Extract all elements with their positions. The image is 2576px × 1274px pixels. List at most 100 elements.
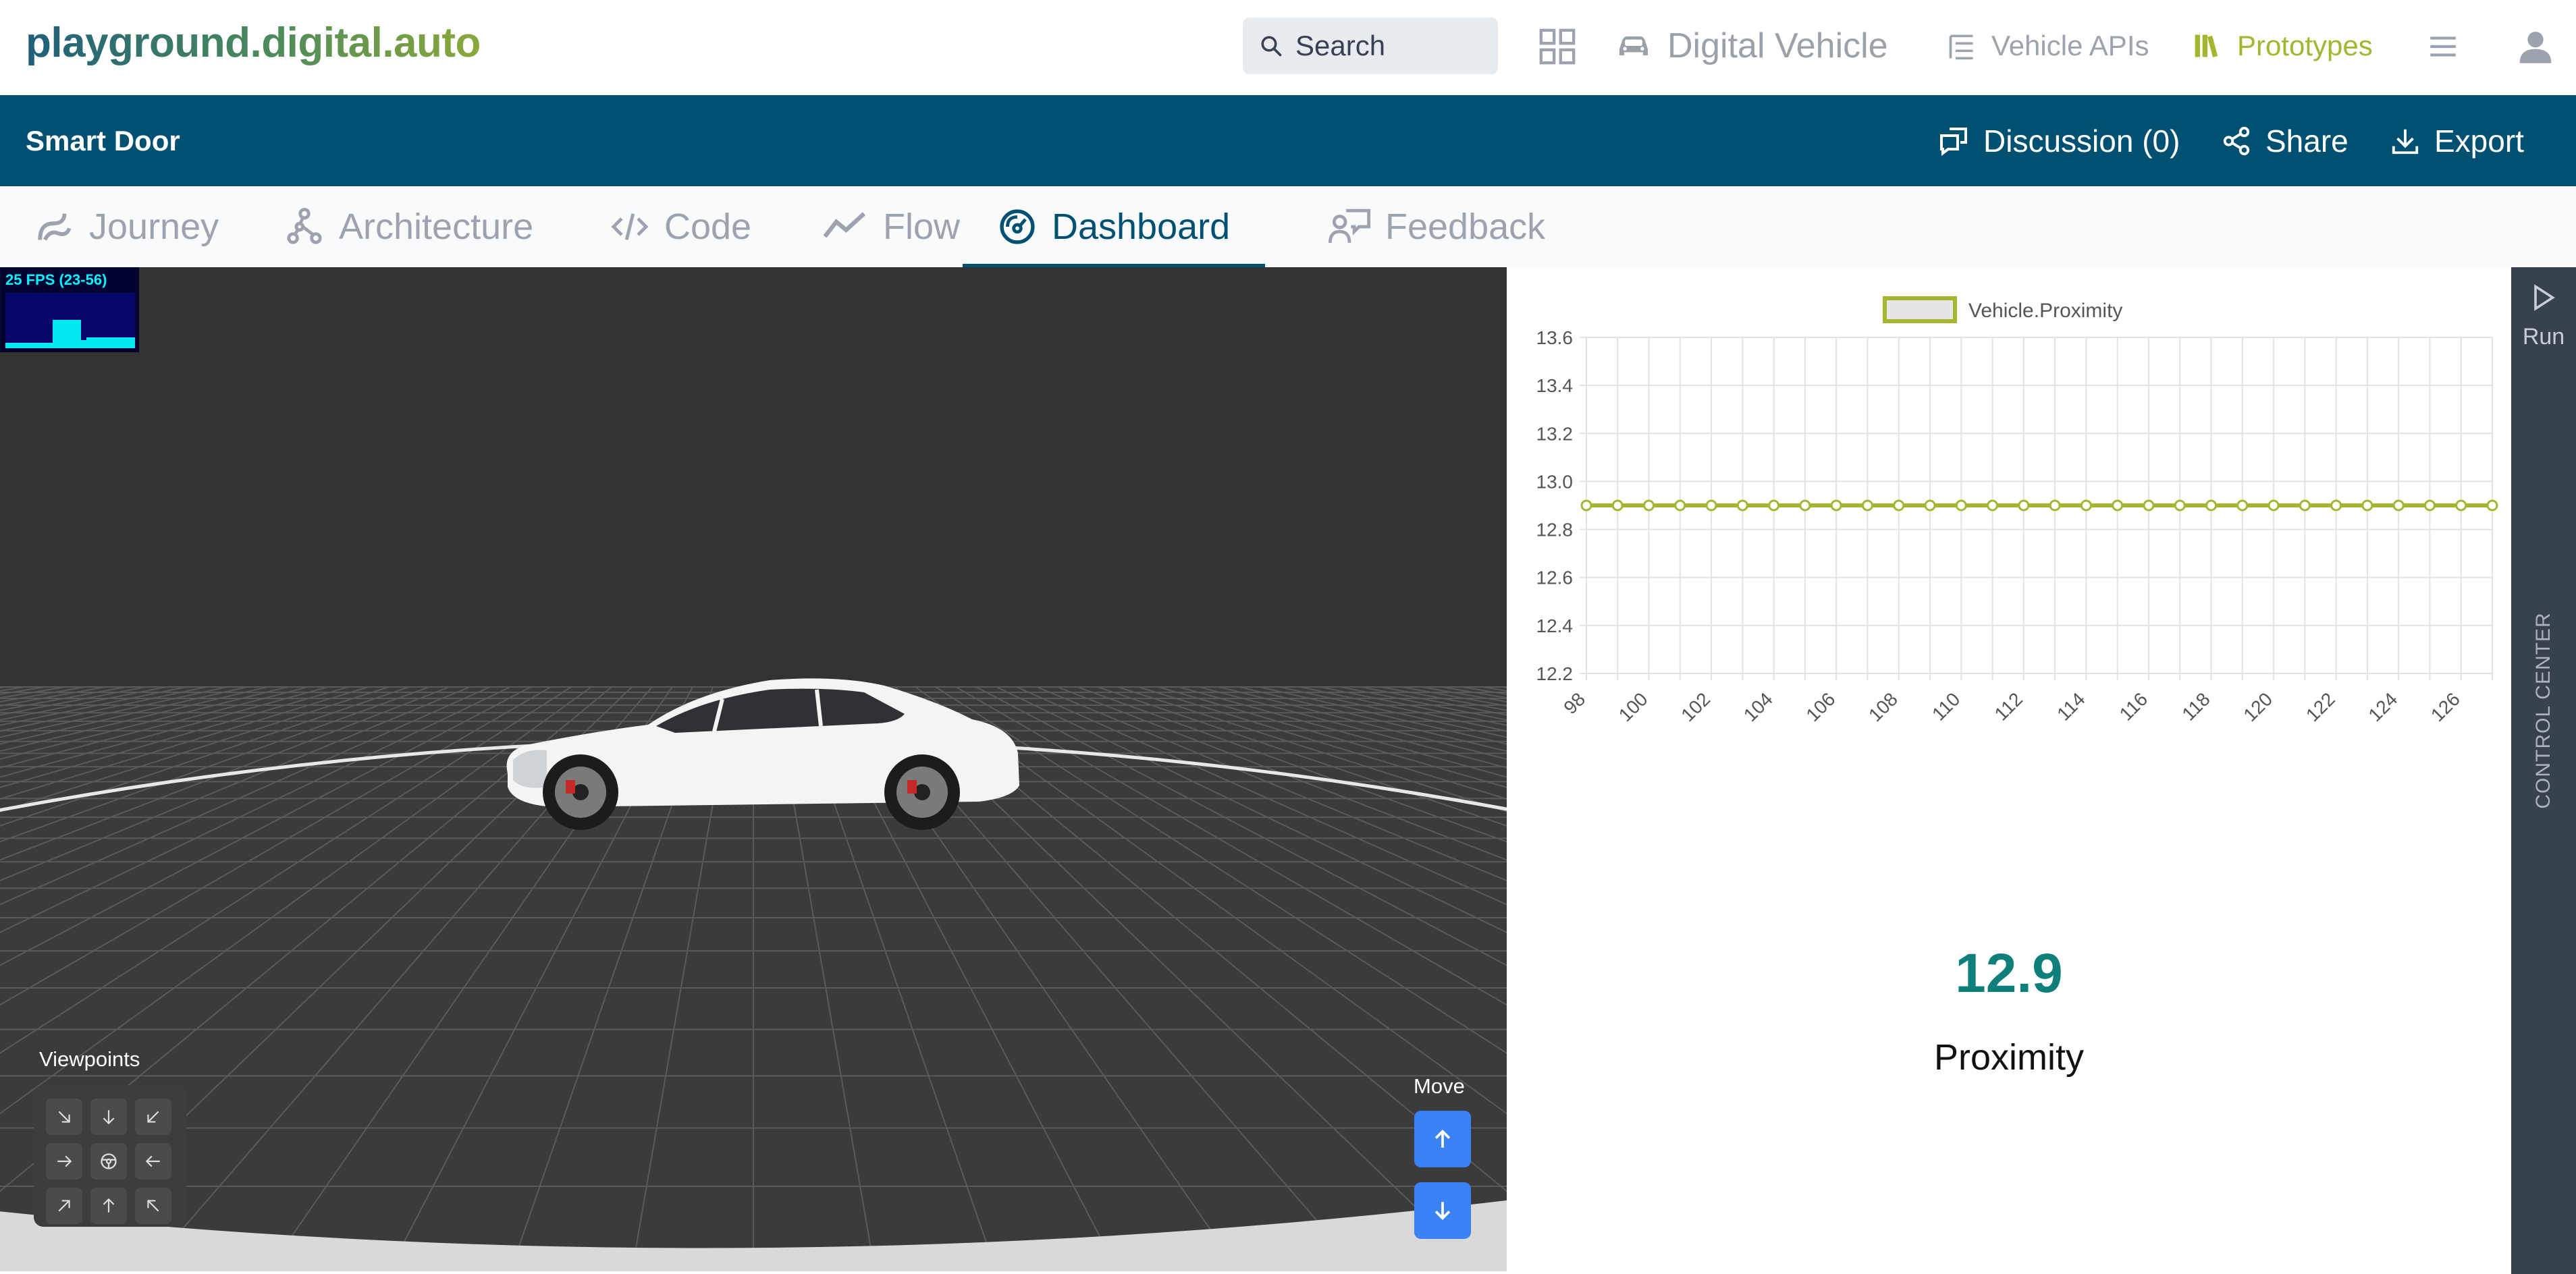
tab-code[interactable]: Code	[610, 186, 751, 267]
data-point	[2018, 499, 2030, 511]
discussion-button[interactable]: Discussion (0)	[1937, 119, 2180, 163]
viewpoints-label: Viewpoints	[39, 1047, 140, 1071]
x-tick-label: 126	[2427, 688, 2464, 725]
viewpoint-right-button[interactable]	[135, 1143, 171, 1180]
prototype-tabs: Journey Architecture Code Flow Dashboard	[0, 186, 2576, 268]
data-point	[1611, 499, 1624, 511]
arrow-up-icon	[1434, 1130, 1451, 1148]
y-tick-label: 13.6	[1536, 327, 1574, 348]
x-tick-label: 100	[1615, 688, 1652, 725]
prototype-title: Smart Door	[26, 125, 180, 157]
data-point	[1643, 499, 1655, 511]
data-point	[2236, 499, 2249, 511]
search-placeholder: Search	[1295, 30, 1386, 61]
share-button[interactable]: Share	[2221, 119, 2349, 163]
library-icon	[2195, 34, 2218, 57]
move-label: Move	[1414, 1074, 1465, 1098]
data-point	[1861, 499, 1873, 511]
tab-flow[interactable]: Flow	[821, 186, 960, 267]
data-point	[2112, 499, 2124, 511]
tab-journey[interactable]: Journey	[35, 186, 219, 267]
tab-label: Flow	[883, 206, 961, 247]
fps-text: 25 FPS (23-56)	[5, 271, 107, 288]
viewpoint-left-button[interactable]	[46, 1143, 82, 1180]
search-box[interactable]: Search	[1243, 18, 1498, 74]
y-tick-label: 12.6	[1536, 567, 1574, 588]
tab-label: Architecture	[339, 206, 534, 247]
viewpoint-front-button[interactable]	[90, 1099, 127, 1135]
x-tick-label: 110	[1928, 688, 1964, 724]
run-button-label[interactable]: Run	[2511, 324, 2576, 350]
viewpoint-driver-button[interactable]	[90, 1143, 127, 1180]
control-center-panel: Run CONTROL CENTER	[2511, 267, 2576, 1274]
x-tick-label: 114	[2053, 688, 2089, 724]
arrow-down-icon	[1434, 1202, 1451, 1220]
steering-wheel-icon	[101, 1153, 117, 1169]
data-point	[1799, 499, 1811, 511]
viewpoint-pad	[34, 1085, 186, 1227]
data-point	[2205, 499, 2218, 511]
data-point	[2080, 499, 2092, 511]
viewpoint-rear-right-button[interactable]	[135, 1188, 171, 1224]
viewpoint-front-left-button[interactable]	[46, 1099, 82, 1135]
y-tick-label: 13.4	[1536, 375, 1574, 396]
data-point	[1768, 499, 1780, 511]
nav-digital-vehicle[interactable]: Digital Vehicle	[1615, 24, 1888, 67]
vehicle-3d-viewer[interactable]: 25 FPS (23-56) Viewpoints Move	[0, 267, 1507, 1271]
data-point	[1924, 499, 1936, 511]
tab-architecture[interactable]: Architecture	[285, 186, 533, 267]
tab-dashboard[interactable]: Dashboard	[963, 186, 1266, 267]
data-point	[2392, 499, 2405, 511]
discussion-icon	[1940, 128, 1967, 156]
arrow-right-icon	[57, 1155, 72, 1167]
play-icon[interactable]	[2531, 283, 2556, 312]
data-point	[1987, 499, 1999, 511]
x-tick-label: 120	[2239, 688, 2276, 725]
data-point	[1674, 499, 1686, 511]
proximity-value: 12.9	[1955, 943, 2063, 1004]
app-logo[interactable]: playground.digital.auto	[26, 19, 481, 67]
y-tick-label: 12.8	[1536, 520, 1574, 541]
proximity-label: Proximity	[1933, 1037, 2084, 1078]
tab-label: Feedback	[1385, 206, 1546, 247]
nav-vehicle-apis[interactable]: Vehicle APIs	[1947, 24, 2149, 67]
viewpoint-rear-button[interactable]	[90, 1188, 127, 1224]
control-center-title[interactable]: CONTROL CENTER	[2532, 612, 2555, 808]
y-tick-label: 12.2	[1536, 663, 1574, 684]
arrow-up-right-icon	[58, 1200, 70, 1212]
y-tick-label: 12.4	[1536, 615, 1574, 636]
nav-item-label: Digital Vehicle	[1667, 26, 1888, 65]
move-forward-button[interactable]	[1414, 1111, 1471, 1167]
tab-label: Dashboard	[1052, 206, 1231, 247]
api-list-icon	[1949, 34, 1973, 60]
top-navigation-bar: playground.digital.auto Search Digital V…	[0, 0, 2576, 96]
dashboard-gauge-icon	[1000, 209, 1035, 244]
viewpoint-front-right-button[interactable]	[135, 1099, 171, 1135]
x-tick-label: 124	[2364, 688, 2401, 725]
data-point	[2423, 499, 2436, 511]
fps-graph	[5, 293, 135, 348]
tab-feedback[interactable]: Feedback	[1329, 186, 1545, 267]
data-point	[2049, 499, 2061, 511]
data-point	[1893, 499, 1905, 511]
arrow-down-right-icon	[58, 1111, 70, 1123]
dashboard-widget-area: 13.6 13.4 13.2 13.0 12.8 12.6 12.4 12.2 98 100 10…	[1507, 267, 2511, 1274]
fps-monitor: 25 FPS (23-56)	[0, 267, 139, 352]
data-point	[1580, 499, 1592, 511]
x-tick-label: 104	[1740, 688, 1777, 725]
grid-apps-icon[interactable]	[1538, 27, 1577, 66]
y-tick-label: 13.0	[1536, 471, 1574, 492]
architecture-icon	[287, 207, 322, 244]
vehicle-model	[506, 678, 1019, 830]
nav-item-label: Prototypes	[2237, 30, 2373, 61]
nav-prototypes[interactable]: Prototypes	[2193, 24, 2373, 67]
menu-icon[interactable]	[2426, 30, 2460, 63]
discussion-label: Discussion (0)	[1983, 123, 2180, 159]
code-icon	[611, 213, 649, 240]
data-point	[2299, 499, 2311, 511]
export-button[interactable]: Export	[2390, 119, 2524, 163]
share-icon	[2223, 126, 2250, 156]
user-avatar-icon[interactable]	[2517, 27, 2554, 65]
move-backward-button[interactable]	[1414, 1182, 1471, 1239]
viewpoint-rear-left-button[interactable]	[46, 1188, 82, 1224]
